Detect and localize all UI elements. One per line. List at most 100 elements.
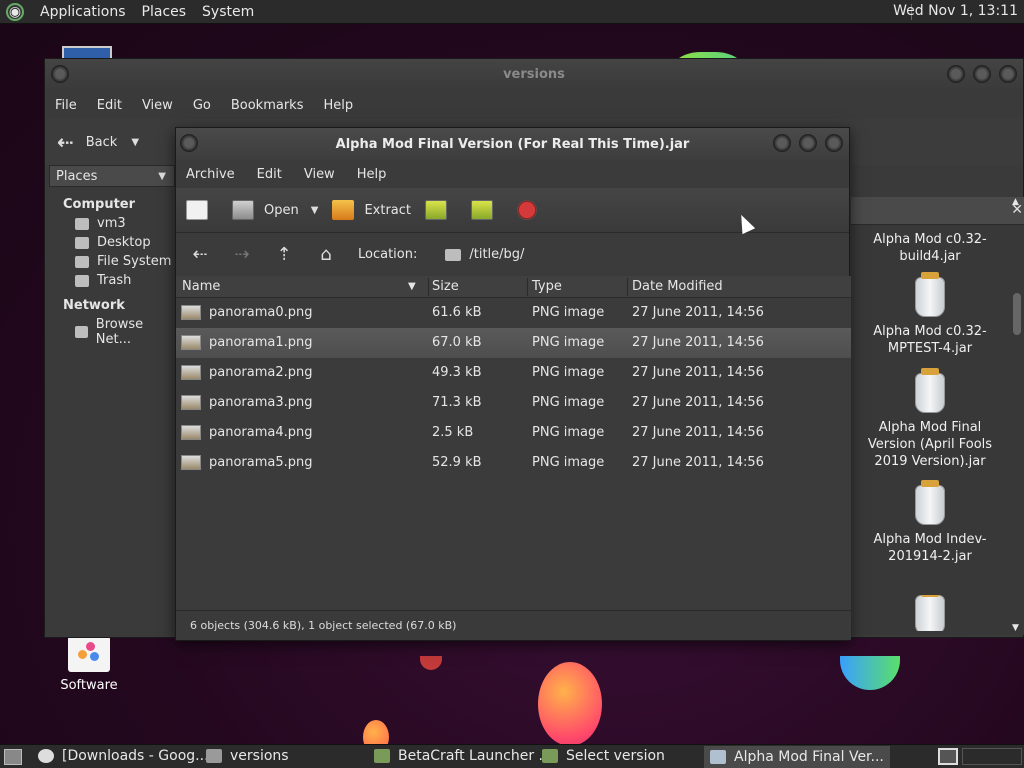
column-type[interactable]: Type: [532, 279, 562, 294]
location-bar: ⇠ ⇢ ⇡ ⌂ Location: /title/bg/: [176, 232, 849, 276]
cell-date: 27 June 2011, 14:56: [632, 305, 764, 320]
image-file-icon: [181, 305, 201, 320]
table-row[interactable]: panorama4.png 2.5 kB PNG image 27 June 2011…: [176, 418, 851, 448]
menu-view[interactable]: View: [142, 98, 173, 113]
taskbar-item-label: [Downloads - Goog...: [62, 748, 209, 764]
taskbar-item-select-version[interactable]: Select version: [542, 748, 665, 764]
chevron-down-icon[interactable]: ▼: [131, 137, 139, 148]
window-title: versions: [503, 67, 565, 82]
mate-logo-icon[interactable]: ◉: [6, 2, 24, 21]
vertical-scrollbar[interactable]: ▲ ▼: [1011, 197, 1023, 633]
menu-edit[interactable]: Edit: [257, 167, 282, 182]
scroll-down-icon[interactable]: ▼: [1012, 623, 1019, 633]
chevron-down-icon[interactable]: ▼: [311, 205, 319, 216]
file-item[interactable]: [855, 595, 1005, 631]
workspace-switcher-active[interactable]: [938, 748, 958, 765]
table-row[interactable]: panorama0.png 61.6 kB PNG image 27 June 201…: [176, 298, 851, 328]
minimize-button[interactable]: [773, 134, 791, 152]
new-archive-icon: [186, 200, 208, 220]
sidebar-item-browse-network[interactable]: Browse Net...: [49, 313, 175, 347]
menu-help[interactable]: Help: [357, 167, 387, 182]
show-desktop-icon[interactable]: [4, 749, 22, 765]
open-button[interactable]: Open ▼: [232, 200, 318, 220]
taskbar-item-archive-manager[interactable]: Alpha Mod Final Ver...: [704, 746, 890, 768]
cell-date: 27 June 2011, 14:56: [632, 335, 764, 350]
titlebar[interactable]: Alpha Mod Final Version (For Real This T…: [176, 128, 849, 160]
forward-arrow-icon[interactable]: ⇢: [228, 244, 256, 265]
table-row[interactable]: panorama5.png 52.9 kB PNG image 27 June 201…: [176, 448, 851, 478]
sidebar-header-computer: Computer: [63, 197, 136, 212]
file-item-label: Alpha Mod c0.32-build4.jar: [873, 232, 987, 264]
extract-button[interactable]: Extract: [332, 200, 411, 220]
file-list: Name ▼ Size Type Date Modified panorama0…: [176, 276, 851, 612]
file-item[interactable]: Alpha Mod c0.32-build4.jar: [855, 231, 1005, 265]
sidebar-item-trash[interactable]: Trash: [49, 269, 175, 288]
titlebar[interactable]: versions: [45, 59, 1023, 91]
close-button[interactable]: [825, 134, 843, 152]
menu-edit[interactable]: Edit: [97, 98, 122, 113]
menu-bookmarks[interactable]: Bookmarks: [231, 98, 304, 113]
betacraft-icon: [374, 749, 390, 763]
taskbar-item-chrome[interactable]: [Downloads - Goog...: [38, 748, 209, 764]
trash-icon: [75, 274, 89, 287]
sidebar-places-select[interactable]: Places ▼: [49, 165, 175, 187]
file-list-header: Name ▼ Size Type Date Modified: [176, 276, 851, 298]
stop-button[interactable]: [517, 200, 547, 220]
new-archive-button[interactable]: [186, 200, 218, 220]
taskbar-item-versions[interactable]: versions: [206, 748, 289, 764]
scrollbar-thumb[interactable]: [1013, 293, 1021, 335]
cell-type: PNG image: [532, 335, 605, 350]
up-arrow-icon[interactable]: ⇡: [270, 244, 298, 265]
sort-arrow-icon: ▼: [408, 281, 416, 292]
image-file-icon: [181, 365, 201, 380]
table-row[interactable]: panorama1.png 67.0 kB PNG image 27 June 201…: [176, 328, 851, 358]
maximize-button[interactable]: [799, 134, 817, 152]
menu-file[interactable]: File: [55, 98, 77, 113]
cell-type: PNG image: [532, 365, 605, 380]
sidebar-item-file-system[interactable]: File System: [49, 250, 175, 269]
taskbar-item-label: Alpha Mod Final Ver...: [734, 749, 884, 765]
scroll-up-icon[interactable]: ▲: [1012, 197, 1019, 207]
workspace-switcher[interactable]: [962, 748, 1022, 765]
sidebar-header-network: Network: [63, 298, 125, 313]
add-folder-button[interactable]: [471, 200, 503, 220]
cell-type: PNG image: [532, 305, 605, 320]
table-row[interactable]: panorama2.png 49.3 kB PNG image 27 June 201…: [176, 358, 851, 388]
location-path[interactable]: /title/bg/: [469, 247, 524, 262]
menu-system[interactable]: System: [202, 4, 254, 20]
column-size[interactable]: Size: [432, 279, 459, 294]
menu-archive[interactable]: Archive: [186, 167, 235, 182]
desktop-icon-software[interactable]: Software: [54, 636, 124, 693]
add-files-button[interactable]: [425, 200, 457, 220]
column-date-modified[interactable]: Date Modified: [632, 279, 723, 294]
maximize-button[interactable]: [973, 65, 991, 83]
back-button[interactable]: ⇠ Back ▼: [57, 130, 139, 154]
clock[interactable]: Wed Nov 1, 13:11: [893, 3, 1018, 19]
back-arrow-icon[interactable]: ⇠: [186, 244, 214, 265]
file-item[interactable]: Alpha Mod Indev-201914-2.jar: [855, 480, 1005, 565]
back-arrow-icon: ⇠: [57, 130, 74, 154]
file-item[interactable]: Alpha Mod Final Version (April Fools 201…: [855, 368, 1005, 470]
menu-applications[interactable]: Applications: [40, 4, 126, 20]
add-files-icon: [425, 200, 447, 220]
menu-view[interactable]: View: [304, 167, 335, 182]
close-button[interactable]: [999, 65, 1017, 83]
image-file-icon: [181, 395, 201, 410]
column-name[interactable]: Name: [182, 279, 220, 294]
cell-name: panorama0.png: [209, 305, 313, 320]
pane-header: ✕: [851, 197, 1024, 225]
cell-size: 67.0 kB: [432, 335, 482, 350]
sidebar-item-vm3[interactable]: vm3: [49, 212, 175, 231]
taskbar-item-betacraft[interactable]: BetaCraft Launcher ...: [374, 748, 552, 764]
sidebar-item-desktop[interactable]: Desktop: [49, 231, 175, 250]
home-icon[interactable]: ⌂: [312, 244, 340, 265]
cell-name: panorama4.png: [209, 425, 313, 440]
menu-help[interactable]: Help: [323, 98, 353, 113]
menu-go[interactable]: Go: [193, 98, 211, 113]
window-title: Alpha Mod Final Version (For Real This T…: [335, 137, 690, 152]
table-row[interactable]: panorama3.png 71.3 kB PNG image 27 June 201…: [176, 388, 851, 418]
menu-places[interactable]: Places: [142, 4, 187, 20]
chrome-icon: [38, 749, 54, 763]
minimize-button[interactable]: [947, 65, 965, 83]
file-item[interactable]: Alpha Mod c0.32-MPTEST-4.jar: [855, 272, 1005, 357]
